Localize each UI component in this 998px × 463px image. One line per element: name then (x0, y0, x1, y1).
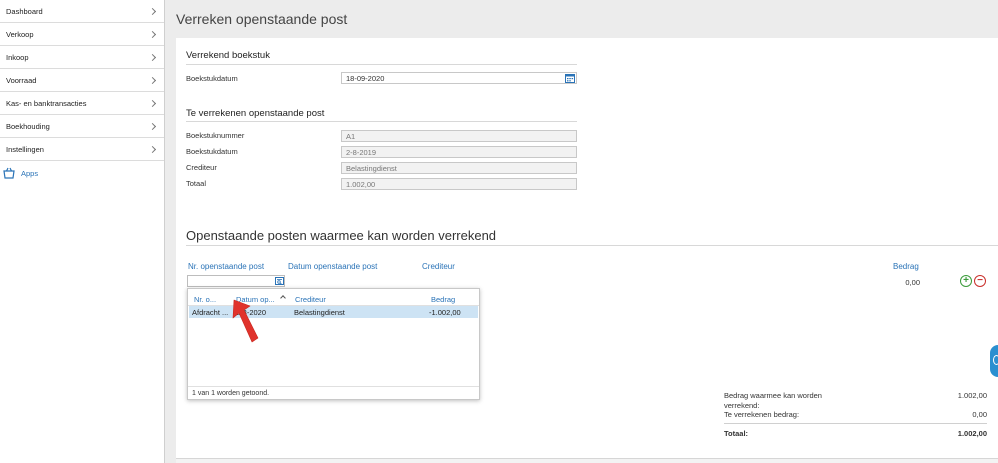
chevron-right-icon (148, 30, 157, 38)
minus-icon: − (977, 275, 983, 286)
column-header-datum[interactable]: Datum openstaande post (288, 262, 377, 271)
openstaande-posten-title: Openstaande posten waarmee kan worden ve… (186, 228, 497, 243)
totaal-field (341, 178, 577, 190)
column-header-bedrag[interactable]: Bedrag (893, 262, 919, 271)
cell-bedrag: -1.002,00 (429, 308, 461, 317)
summary-label-bedrag-verrekend: Bedrag waarmee kan worden (724, 391, 822, 400)
boekstukdatum-post-label: Boekstukdatum (186, 147, 238, 156)
column-header-nr[interactable]: Nr. openstaande post (188, 262, 264, 271)
remove-row-button[interactable]: − (974, 275, 986, 287)
sidebar: Dashboard Verkoop Inkoop Voorraad Kas- e… (0, 0, 165, 463)
cell-nr: Afdracht ... (192, 308, 229, 317)
boekstuknummer-label: Boekstuknummer (186, 131, 245, 140)
section-divider (186, 64, 577, 65)
summary-label-totaal: Totaal: (724, 429, 749, 438)
summary-label-bedrag-verrekend-cont: verrekend: (724, 401, 760, 410)
calendar-icon[interactable] (565, 73, 575, 83)
dropdown-header-crediteur[interactable]: Crediteur (295, 295, 326, 304)
sidebar-item-verkoop[interactable]: Verkoop (0, 23, 164, 46)
add-row-button[interactable]: + (960, 275, 972, 287)
summary-value-bedrag-verrekend: 1.002,00 (957, 391, 987, 400)
summary-value-totaal: 1.002,00 (957, 429, 987, 438)
boekstuknummer-field (341, 130, 577, 142)
chevron-right-icon (148, 76, 157, 84)
summary-value-te-verrekenen: 0,00 (972, 410, 987, 419)
sidebar-item-dashboard[interactable]: Dashboard (0, 0, 164, 23)
page-title: Verreken openstaande post (176, 11, 348, 27)
sidebar-item-label: Kas- en banktransacties (6, 98, 87, 108)
sidebar-item-instellingen[interactable]: Instellingen (0, 138, 164, 161)
boekstukdatum-input[interactable] (341, 72, 577, 84)
bottom-bar (176, 458, 998, 463)
summary-label-te-verrekenen: Te verrekenen bedrag: (724, 410, 800, 419)
section-divider (186, 121, 577, 122)
sort-ascending-icon (280, 295, 286, 301)
chevron-right-icon (148, 122, 157, 130)
sidebar-item-label: Apps (21, 168, 39, 178)
chevron-right-icon (148, 99, 157, 107)
totaal-label: Totaal (186, 179, 207, 188)
chat-icon (993, 355, 998, 365)
section-title-te-verrekenen: Te verrekenen openstaande post (186, 108, 325, 119)
dropdown-header-bedrag[interactable]: Bedrag (431, 295, 455, 304)
section-divider (186, 245, 998, 246)
sidebar-item-voorraad[interactable]: Voorraad (0, 69, 164, 92)
crediteur-label: Crediteur (186, 163, 217, 172)
boekstukdatum-label: Boekstukdatum (186, 74, 238, 83)
sidebar-item-inkoop[interactable]: Inkoop (0, 46, 164, 69)
crediteur-field (341, 162, 577, 174)
sidebar-item-label: Instellingen (6, 144, 44, 154)
sidebar-item-label: Verkoop (6, 29, 34, 39)
plus-icon: + (963, 275, 969, 286)
sidebar-item-kas-bank[interactable]: Kas- en banktransacties (0, 92, 164, 115)
sidebar-item-boekhouding[interactable]: Boekhouding (0, 115, 164, 138)
cell-crediteur: Belastingdienst (294, 308, 345, 317)
bedrag-value: 0,00 (905, 278, 920, 287)
sidebar-item-label: Dashboard (6, 6, 43, 16)
footer-divider (188, 386, 479, 387)
dropdown-header-nr[interactable]: Nr. o... (194, 295, 216, 304)
sidebar-item-label: Inkoop (6, 52, 29, 62)
openstaande-post-search-input[interactable] (187, 275, 285, 287)
section-title-verrekend-boekstuk: Verrekend boekstuk (186, 50, 270, 61)
main-panel: Verrekend boekstuk Boekstukdatum Te verr… (176, 38, 998, 458)
sidebar-item-label: Boekhouding (6, 121, 50, 131)
sidebar-item-label: Voorraad (6, 75, 37, 85)
dropdown-footer-count: 1 van 1 worden getoond. (192, 390, 270, 397)
lookup-icon[interactable] (275, 277, 284, 285)
shopping-basket-icon (3, 167, 15, 179)
red-arrow-annotation (232, 299, 259, 343)
sidebar-item-apps[interactable]: Apps (0, 161, 164, 185)
chevron-right-icon (148, 7, 157, 15)
summary-divider (724, 423, 987, 424)
boekstukdatum-post-field (341, 146, 577, 158)
chevron-right-icon (148, 145, 157, 153)
chevron-right-icon (148, 53, 157, 61)
column-header-crediteur[interactable]: Crediteur (422, 262, 455, 271)
